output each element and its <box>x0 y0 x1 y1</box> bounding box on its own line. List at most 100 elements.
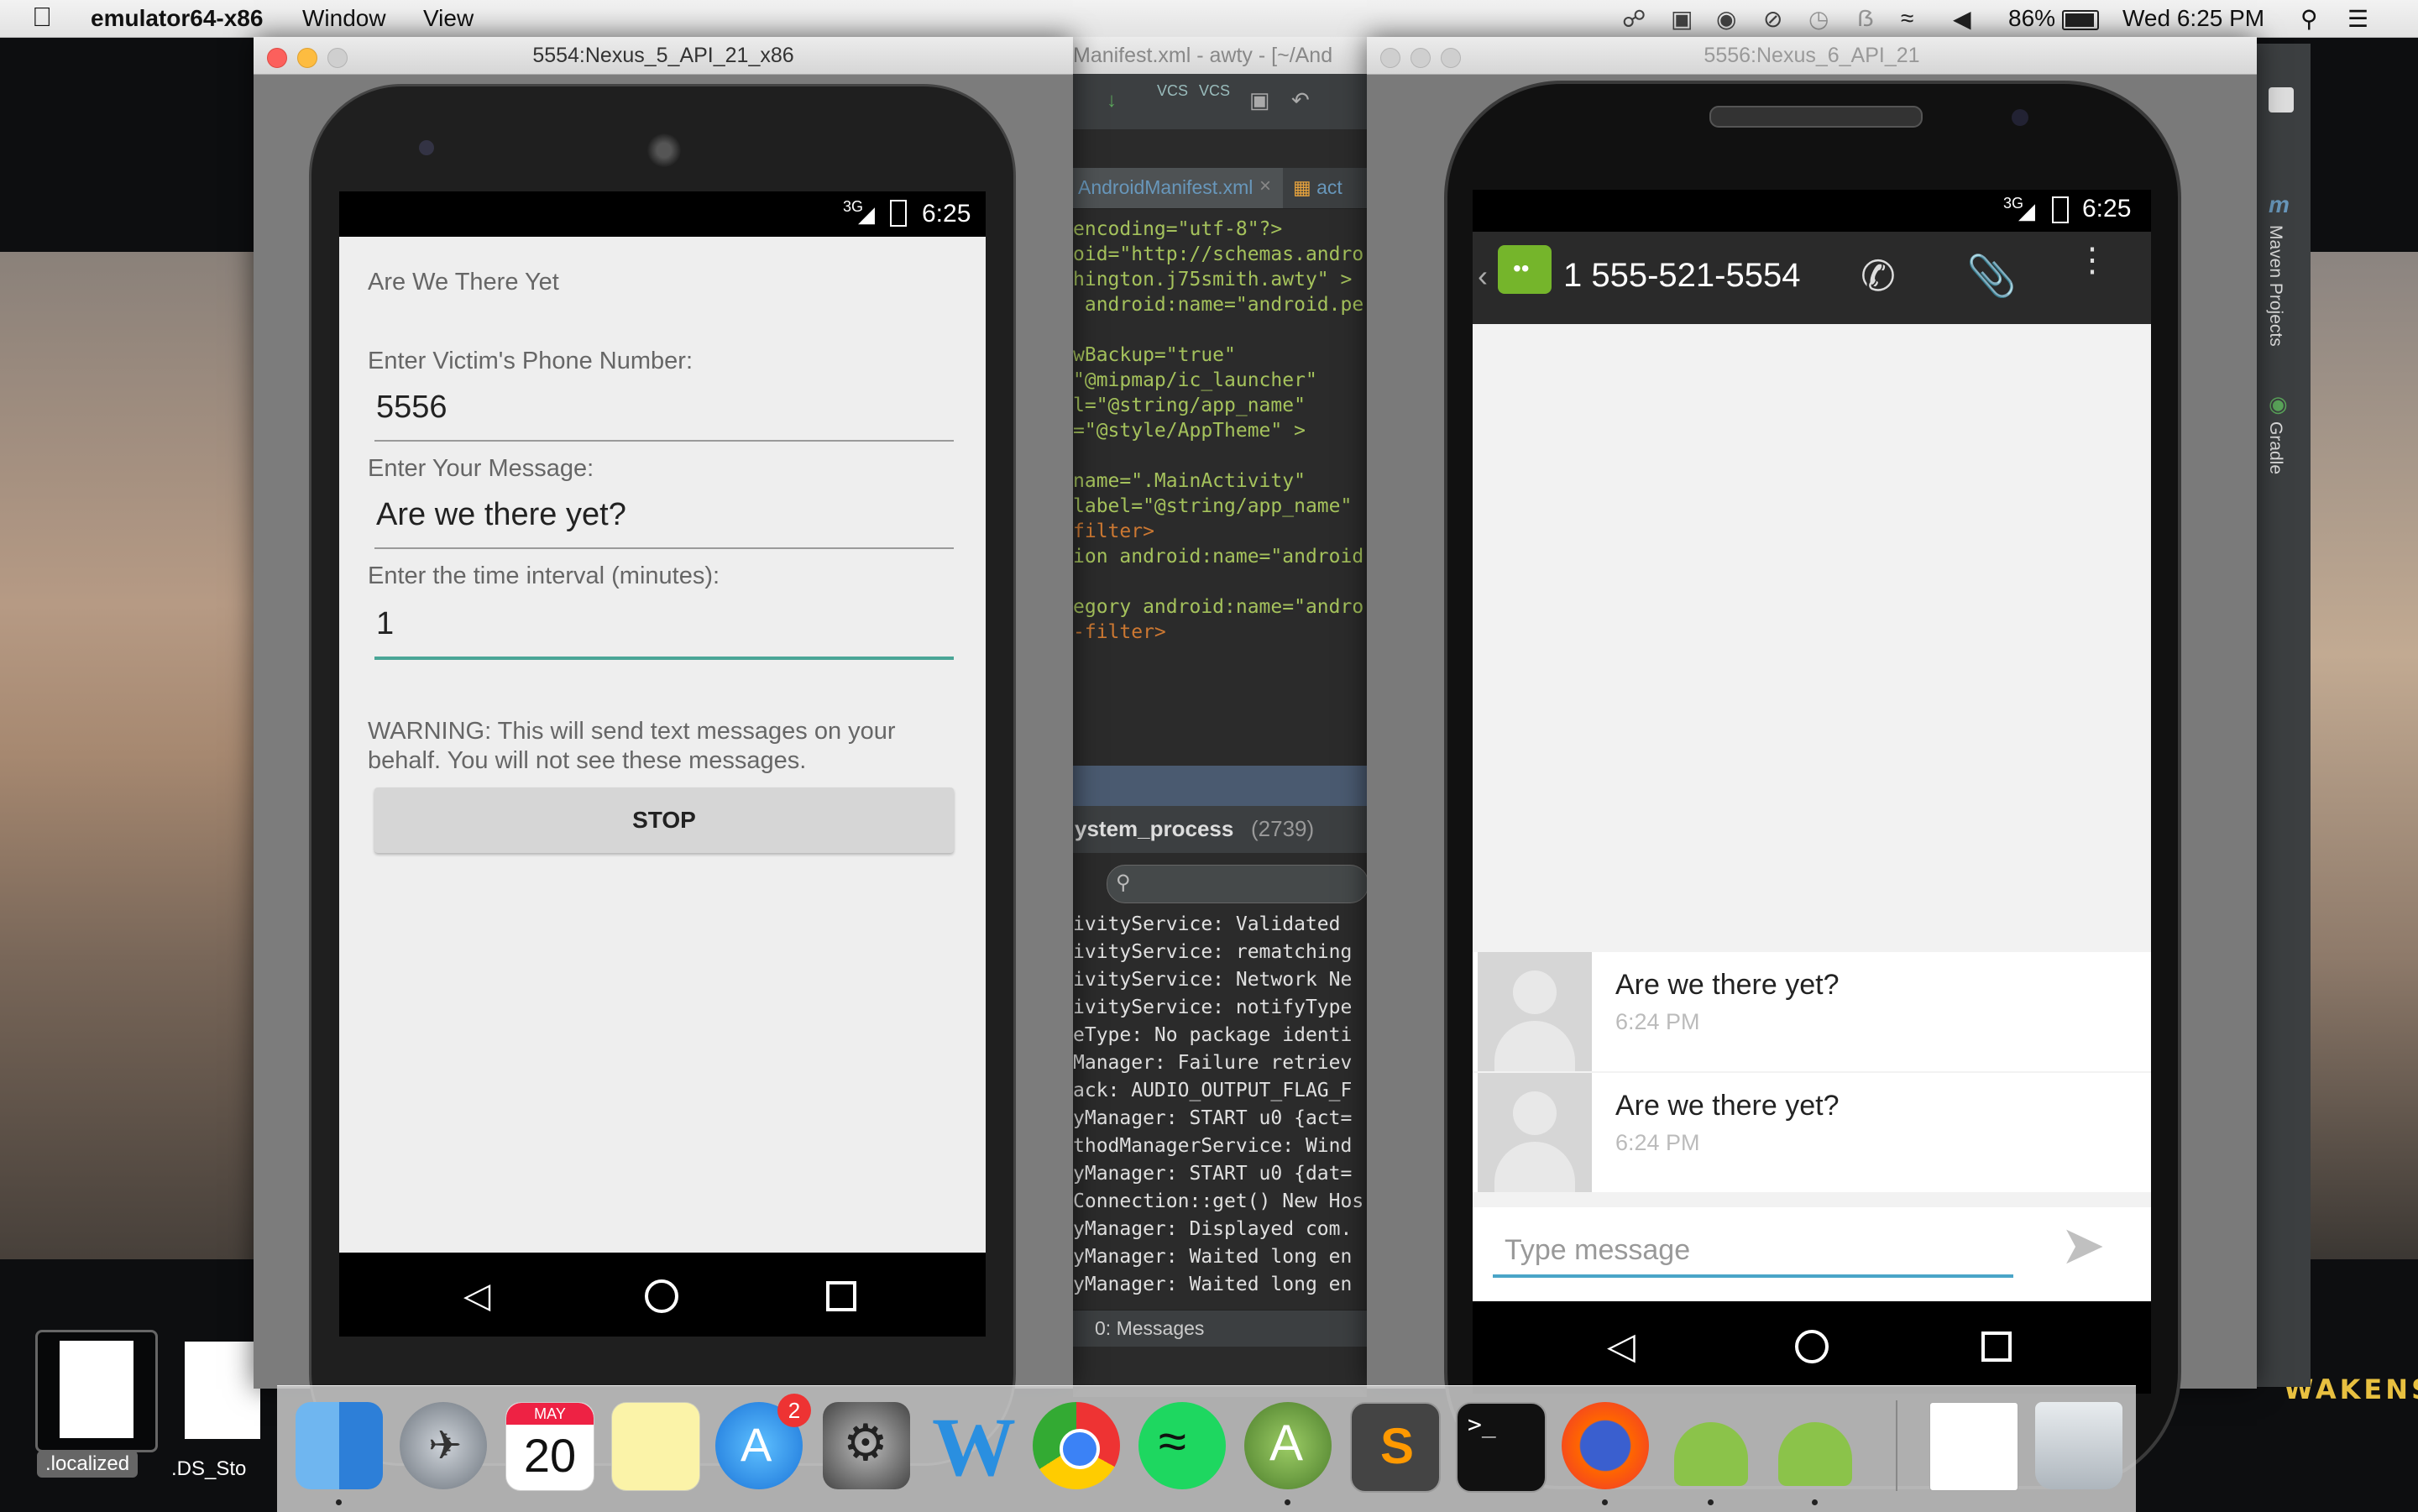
back-icon[interactable]: ◁ <box>1607 1325 1636 1368</box>
code-line[interactable]: filter> <box>1073 521 1154 542</box>
system-preferences-icon[interactable]: ⚙ <box>823 1402 910 1489</box>
log-line[interactable]: ivityService: Network Ne <box>1073 969 1352 991</box>
log-line[interactable]: ivityService: Validated <box>1073 913 1341 935</box>
logcat-search-input[interactable]: ⚲ <box>1107 865 1367 903</box>
overflow-menu-icon[interactable]: ⋮ <box>2075 243 2109 277</box>
sublime-text-icon[interactable]: S <box>1350 1402 1441 1493</box>
code-line[interactable]: egory android:name="andro <box>1073 596 1363 618</box>
wifi-icon[interactable]: ≈ <box>1901 5 1913 32</box>
spotlight-icon[interactable]: ⚲ <box>2300 5 2318 33</box>
minimize-window-button[interactable] <box>297 48 317 68</box>
logcat-output[interactable]: ivityService: Validated ivityService: rem… <box>1073 913 1367 1308</box>
creative-cloud-icon[interactable]: ☍ <box>1622 5 1646 33</box>
chrome-icon[interactable] <box>1033 1402 1120 1489</box>
log-line[interactable]: ack: AUDIO_OUTPUT_FLAG_F <box>1073 1080 1352 1101</box>
message-input[interactable]: Type message <box>1493 1221 2013 1278</box>
log-line[interactable]: ivityService: notifyType <box>1073 997 1352 1018</box>
back-icon[interactable]: ◁ <box>463 1274 490 1316</box>
phone-call-icon[interactable]: ✆ <box>1861 252 1896 301</box>
recents-icon[interactable] <box>826 1281 856 1311</box>
message-item[interactable]: Are we there yet? 6:24 PM <box>1473 952 2151 1071</box>
html5-icon[interactable]: ▣ <box>1671 5 1693 33</box>
zoom-window-button[interactable] <box>1441 48 1461 68</box>
log-line[interactable]: Manager: Failure retriev <box>1073 1052 1352 1074</box>
messaging-app-icon[interactable]: •• <box>1498 245 1552 294</box>
attach-icon[interactable]: 📎 <box>1966 252 2017 300</box>
home-icon[interactable] <box>645 1279 678 1313</box>
android-studio-icon[interactable]: A <box>1244 1402 1332 1489</box>
tab-activity[interactable]: ▦ act <box>1293 176 1342 199</box>
finder-icon[interactable] <box>296 1402 383 1489</box>
menu-window[interactable]: Window <box>302 5 386 32</box>
app-store-icon[interactable]: A 2 <box>715 1394 811 1489</box>
desktop-file-localized[interactable] <box>35 1330 158 1452</box>
sync-icon[interactable]: ◉ <box>1716 5 1736 33</box>
desktop-file-label[interactable]: .localized <box>37 1451 139 1478</box>
code-line[interactable]: ="@style/AppTheme" > <box>1073 420 1306 442</box>
time-machine-icon[interactable]: ◷ <box>1808 5 1829 33</box>
log-line[interactable]: yManager: Waited long en <box>1073 1274 1352 1295</box>
code-line[interactable]: label="@string/app_name" <box>1073 495 1363 517</box>
phone-number-input[interactable]: 5556 <box>376 390 447 426</box>
code-line[interactable]: wBackup="true" <box>1073 344 1236 366</box>
vcs-icon[interactable]: VCS <box>1157 82 1188 100</box>
message-item[interactable]: Are we there yet? 6:24 PM <box>1473 1073 2151 1192</box>
vcs-commit-icon[interactable]: VCS <box>1199 82 1230 100</box>
log-line[interactable]: Connection::get() New Hos <box>1073 1190 1363 1212</box>
maven-projects-tab[interactable]: Maven Projects <box>2265 225 2285 347</box>
up-arrow-icon[interactable]: ‹ <box>1478 259 1488 294</box>
desktop-file-label[interactable]: .DS_Sto <box>171 1457 246 1481</box>
bluetooth-icon[interactable]: ẞ <box>1857 5 1874 32</box>
firefox-icon[interactable] <box>1562 1402 1649 1489</box>
code-line[interactable]: oid="http://schemas.andro <box>1073 243 1363 265</box>
calendar-icon[interactable]: MAY 20 <box>505 1402 594 1491</box>
apple-icon[interactable]:  <box>32 2 52 33</box>
terminal-icon[interactable]: >_ <box>1456 1402 1547 1493</box>
stop-button[interactable]: STOP <box>374 787 954 853</box>
vcs-update-icon[interactable]: ↓ <box>1107 89 1117 112</box>
recents-icon[interactable] <box>1981 1332 2012 1362</box>
history-icon[interactable]: ▣ <box>1249 87 1270 113</box>
log-line[interactable]: yManager: START u0 {act= <box>1073 1107 1352 1129</box>
code-line[interactable]: l="@string/app_name" <box>1073 395 1306 416</box>
launchpad-icon[interactable]: ✈ <box>400 1402 487 1489</box>
battery-icon[interactable] <box>2062 10 2099 30</box>
message-input[interactable]: Are we there yet? <box>376 497 626 533</box>
user-icon[interactable] <box>2269 87 2294 112</box>
messages-tab[interactable]: 0: Messages <box>1095 1317 1204 1340</box>
log-line[interactable]: ivityService: rematching <box>1073 941 1352 963</box>
menu-clock[interactable]: Wed 6:25 PM <box>2122 5 2264 32</box>
close-window-button[interactable] <box>267 48 287 68</box>
tab-android-manifest[interactable]: AndroidManifest.xml × <box>1073 168 1283 208</box>
gradle-tab[interactable]: Gradle <box>2265 421 2285 474</box>
word-w-icon[interactable]: W <box>927 1400 1016 1494</box>
log-line[interactable]: eType: No package identi <box>1073 1024 1352 1046</box>
android-emulator-icon[interactable] <box>1772 1402 1859 1489</box>
log-line[interactable]: yManager: START u0 {dat= <box>1073 1163 1352 1185</box>
volume-icon[interactable]: ◀ <box>1953 5 1971 33</box>
code-line[interactable]: "@mipmap/ic_launcher" <box>1073 369 1317 391</box>
zoom-window-button[interactable] <box>327 48 348 68</box>
trash-icon[interactable] <box>2035 1402 2122 1489</box>
log-line[interactable]: yManager: Displayed com. <box>1073 1218 1352 1240</box>
revert-icon[interactable]: ↶ <box>1291 87 1310 113</box>
documents-stack-icon[interactable] <box>1929 1402 2018 1491</box>
code-line[interactable]: android:name="android.pe <box>1073 294 1363 316</box>
home-icon[interactable] <box>1795 1330 1829 1363</box>
code-line[interactable]: hington.j75smith.awty" > <box>1073 269 1352 290</box>
block-icon[interactable]: ⊘ <box>1763 5 1782 33</box>
log-line[interactable]: thodManagerService: Wind <box>1073 1135 1352 1157</box>
code-line[interactable]: -filter> <box>1073 621 1166 643</box>
code-line[interactable]: encoding="utf-8"?> <box>1073 218 1282 240</box>
minimize-window-button[interactable] <box>1410 48 1431 68</box>
interval-input[interactable]: 1 <box>376 606 394 642</box>
android-emulator-icon[interactable] <box>1667 1402 1755 1489</box>
close-window-button[interactable] <box>1380 48 1400 68</box>
app-menu-name[interactable]: emulator64-x86 <box>91 5 263 32</box>
menu-view[interactable]: View <box>423 5 474 32</box>
log-line[interactable]: yManager: Waited long en <box>1073 1246 1352 1268</box>
send-icon[interactable]: ➤ <box>2060 1214 2106 1277</box>
notes-icon[interactable] <box>611 1402 700 1491</box>
code-line[interactable]: name=".MainActivity" <box>1073 470 1306 492</box>
spotify-icon[interactable]: ≈ <box>1138 1402 1226 1489</box>
